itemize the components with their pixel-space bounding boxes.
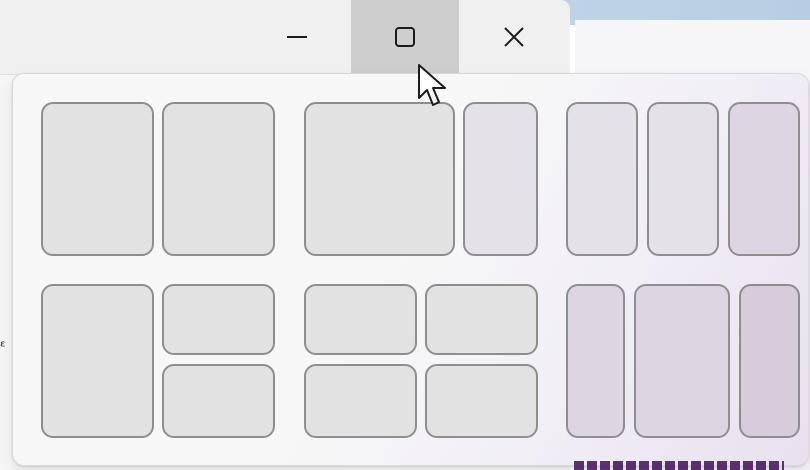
snap-layout-four-quadrants[interactable] (304, 284, 538, 438)
snap-zone-top-right[interactable] (425, 284, 538, 355)
desktop-stage: ᵋ (0, 0, 810, 470)
minimize-button[interactable] (243, 0, 351, 74)
background-edge-glyph: ᵋ (0, 337, 6, 356)
snap-layout-two-columns-left-wide[interactable] (304, 102, 538, 256)
snap-zone-left[interactable] (566, 284, 625, 438)
maximize-icon (395, 27, 415, 47)
snap-layout-three-columns-center-wide[interactable] (566, 284, 800, 438)
snap-layout-two-columns-equal[interactable] (41, 102, 275, 256)
minimize-icon (287, 36, 307, 38)
snap-zone-bottom-left[interactable] (304, 364, 417, 438)
close-icon (504, 27, 524, 47)
snap-zone-left[interactable] (41, 102, 154, 256)
snap-zone-right[interactable] (739, 284, 800, 438)
snap-zone-bottom-right[interactable] (425, 364, 538, 438)
snap-zone-left[interactable] (41, 284, 154, 438)
snap-layout-three-columns-equal[interactable] (566, 102, 800, 256)
snap-zone-bottom-right[interactable] (162, 364, 275, 438)
snap-zone-left[interactable] (566, 102, 638, 256)
snap-zone-center[interactable] (647, 102, 719, 256)
snap-zone-right[interactable] (162, 102, 275, 256)
snap-zone-top-right[interactable] (162, 284, 275, 355)
window-titlebar (0, 0, 570, 75)
snap-zone-center-wide[interactable] (634, 284, 730, 438)
mouse-pointer-icon (418, 64, 446, 106)
snap-layouts-flyout (12, 73, 809, 466)
snap-zone-left-wide[interactable] (304, 102, 455, 256)
snap-layout-left-column-right-stack[interactable] (41, 284, 275, 438)
snap-zone-right[interactable] (728, 102, 800, 256)
close-button[interactable] (460, 0, 568, 74)
snap-zone-top-left[interactable] (304, 284, 417, 355)
background-purple-text-fragment (574, 461, 784, 470)
snap-zone-right-narrow[interactable] (463, 102, 538, 256)
